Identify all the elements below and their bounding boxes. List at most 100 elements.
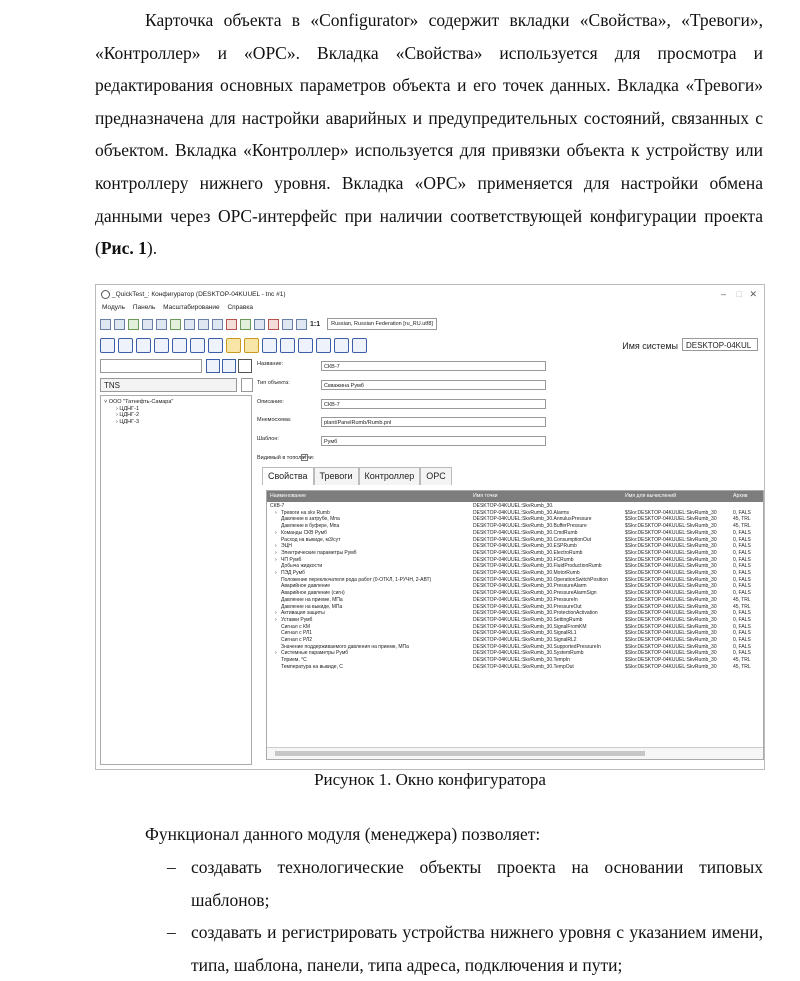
close-icon[interactable]: ✕	[749, 289, 757, 300]
col-calc-header[interactable]: Имя для вычислений	[625, 491, 676, 502]
chevron-right-icon[interactable]: ›	[275, 557, 277, 563]
minimize-icon[interactable]: –	[721, 289, 726, 299]
zoom-level[interactable]: 1:1	[310, 321, 320, 328]
folder-icon[interactable]	[244, 337, 259, 353]
maximize-icon[interactable]: □	[737, 289, 742, 299]
col-archive-header[interactable]: Архив	[733, 491, 748, 502]
folder-icon[interactable]	[226, 337, 241, 353]
table-row[interactable]: › Активация защиты DESKTOP-04KUUEL:SkvRumb…	[267, 610, 763, 616]
tool-icon[interactable]	[226, 318, 237, 330]
zoom-out-icon[interactable]	[296, 318, 307, 330]
grid-icon[interactable]	[262, 337, 277, 353]
scroll-thumb[interactable]	[275, 751, 645, 756]
menu-scaling[interactable]: Масштабирование	[163, 304, 220, 311]
chevron-right-icon[interactable]: ›	[275, 530, 277, 536]
new-icon[interactable]	[100, 337, 115, 353]
tab-alarms[interactable]: Тревоги	[313, 467, 359, 485]
tab-opc[interactable]: OPC	[420, 467, 452, 485]
plus-icon[interactable]	[240, 318, 251, 330]
chevron-right-icon[interactable]: ›	[275, 550, 277, 556]
table-row[interactable]: Давление в буфере, Мпа DESKTOP-04KUUEL:Sk…	[267, 523, 763, 529]
table-row[interactable]: Аварийное давление (сигн) DESKTOP-04KUUEL…	[267, 590, 763, 596]
zoom-in-icon[interactable]	[282, 318, 293, 330]
tool-icon[interactable]	[170, 318, 181, 330]
chevron-right-icon[interactable]: ›	[275, 650, 277, 656]
table-icon[interactable]	[280, 337, 295, 353]
braces-icon[interactable]	[316, 337, 331, 353]
table-row[interactable]: Температура на выкиде, С DESKTOP-04KUUEL:…	[267, 664, 763, 670]
tool-icon[interactable]	[184, 318, 195, 330]
menu-panel[interactable]: Панель	[133, 304, 155, 311]
tab-properties[interactable]: Свойства	[262, 467, 314, 485]
col-point-header[interactable]: Имя точки	[473, 491, 498, 502]
tree-item[interactable]: › ЦДНГ-3	[104, 419, 248, 426]
table-row[interactable]: › ПЭД Румб DESKTOP-04KUUEL:SkvRumb_30.Moto…	[267, 570, 763, 576]
chevron-right-icon[interactable]: ›	[275, 510, 277, 516]
table-row[interactable]: Давление в затрубе, Мпа DESKTOP-04KUUEL:S…	[267, 516, 763, 522]
table-row[interactable]: Давление на приеме, МПа DESKTOP-04KUUEL:S…	[267, 597, 763, 603]
object-type-field[interactable]: Скважина Румб	[321, 380, 546, 390]
col-name-header[interactable]: Наименование	[270, 491, 306, 502]
paste-icon[interactable]	[208, 337, 223, 353]
cut-icon[interactable]	[190, 337, 205, 353]
exit-icon[interactable]	[352, 337, 367, 353]
table-header: Наименование Имя точки Имя для вычислени…	[267, 491, 763, 502]
table-row[interactable]: Сигнал с КМ DESKTOP-04KUUEL:SkvRumb_30.Si…	[267, 624, 763, 630]
chevron-right-icon[interactable]: ˅	[266, 503, 267, 509]
tool-icon[interactable]	[142, 318, 153, 330]
table-row[interactable]: Тприем, °С DESKTOP-04KUUEL:SkvRumb_30.Tem…	[267, 657, 763, 663]
chevron-right-icon[interactable]: ›	[275, 543, 277, 549]
tool-icon[interactable]	[128, 318, 139, 330]
menu-module[interactable]: Модуль	[102, 304, 125, 311]
tab-controller[interactable]: Контроллер	[358, 467, 421, 485]
edit-icon[interactable]	[206, 359, 220, 373]
delete-icon[interactable]	[172, 337, 187, 353]
help-icon[interactable]	[334, 337, 349, 353]
tool-icon[interactable]	[114, 318, 125, 330]
history-icon[interactable]	[298, 337, 313, 353]
search-icon[interactable]	[254, 318, 265, 330]
edit-icon[interactable]	[222, 359, 236, 373]
template-field[interactable]: Румб	[321, 436, 546, 446]
print-icon[interactable]	[198, 318, 209, 330]
menu-help[interactable]: Справка	[227, 304, 253, 311]
table-row[interactable]: ˅СКВ-7 DESKTOP-04KUUEL:SkvRumb_30.	[267, 503, 763, 509]
search-icon[interactable]	[238, 359, 252, 373]
table-row[interactable]: › Уставки Румб DESKTOP-04KUUEL:SkvRumb_30.…	[267, 617, 763, 623]
table-row[interactable]: › ЧП Румб DESKTOP-04KUUEL:SkvRumb_30.FCRum…	[267, 557, 763, 563]
system-name-select[interactable]: DESKTOP-04KUL	[682, 338, 758, 351]
grid-icon[interactable]	[241, 378, 253, 392]
table-row[interactable]: Аварийное давление DESKTOP-04KUUEL:SkvRum…	[267, 583, 763, 589]
description-field[interactable]: СКВ-7	[321, 399, 546, 409]
pointer-icon[interactable]	[212, 318, 223, 330]
table-row[interactable]: › Системные параметры Румб DESKTOP-04KUUEL…	[267, 650, 763, 656]
table-row[interactable]: Расход на выкиде, м3/сут DESKTOP-04KUUEL:…	[267, 537, 763, 543]
table-row[interactable]: Сигнал с РЛ1 DESKTOP-04KUUEL:SkvRumb_30.S…	[267, 630, 763, 636]
refresh-icon[interactable]	[154, 337, 169, 353]
table-row[interactable]: › ЭЦН DESKTOP-04KUUEL:SkvRumb_30.ESPRumb $S…	[267, 543, 763, 549]
table-row[interactable]: › Электрические параметры Румб DESKTOP-04K…	[267, 550, 763, 556]
table-row[interactable]: › Команды СКВ Румб DESKTOP-04KUUEL:SkvRumb…	[267, 530, 763, 536]
table-row[interactable]: Положение переключателя рода работ (0-ОТ…	[267, 577, 763, 583]
horizontal-scrollbar[interactable]	[267, 747, 763, 759]
table-row[interactable]: › Тревоги на skv Rumb DESKTOP-04KUUEL:SkvR…	[267, 510, 763, 516]
table-row[interactable]: Добыча жидкости DESKTOP-04KUUEL:SkvRumb_3…	[267, 563, 763, 569]
tool-icon[interactable]	[100, 318, 111, 330]
visible-checkbox[interactable]: ✓	[301, 454, 308, 461]
chevron-right-icon[interactable]: ›	[275, 570, 277, 576]
tool-icon[interactable]	[268, 318, 279, 330]
gear-icon[interactable]	[156, 318, 167, 330]
chevron-right-icon[interactable]: ›	[275, 617, 277, 623]
chevron-right-icon[interactable]: ›	[275, 610, 277, 616]
table-row[interactable]: Сигнал с РЛ2 DESKTOP-04KUUEL:SkvRumb_30.S…	[267, 637, 763, 643]
tree-search-input[interactable]	[100, 359, 202, 373]
copy-icon[interactable]	[136, 337, 151, 353]
mnemonic-field[interactable]: plant/PanelRumb/Rumb.pnl	[321, 417, 546, 427]
table-row[interactable]: Значение поддерживаемого давления на при…	[267, 644, 763, 650]
cell-archive: 0, FALS	[733, 543, 751, 550]
edit-icon[interactable]	[118, 337, 133, 353]
name-field[interactable]: СКВ-7	[321, 361, 546, 371]
locale-select[interactable]: Russian, Russian Federation [ru_RU.utf8]	[327, 318, 437, 330]
tns-select[interactable]: TNS	[100, 378, 237, 392]
table-row[interactable]: Давление на выкиде, МПа DESKTOP-04KUUEL:S…	[267, 604, 763, 610]
